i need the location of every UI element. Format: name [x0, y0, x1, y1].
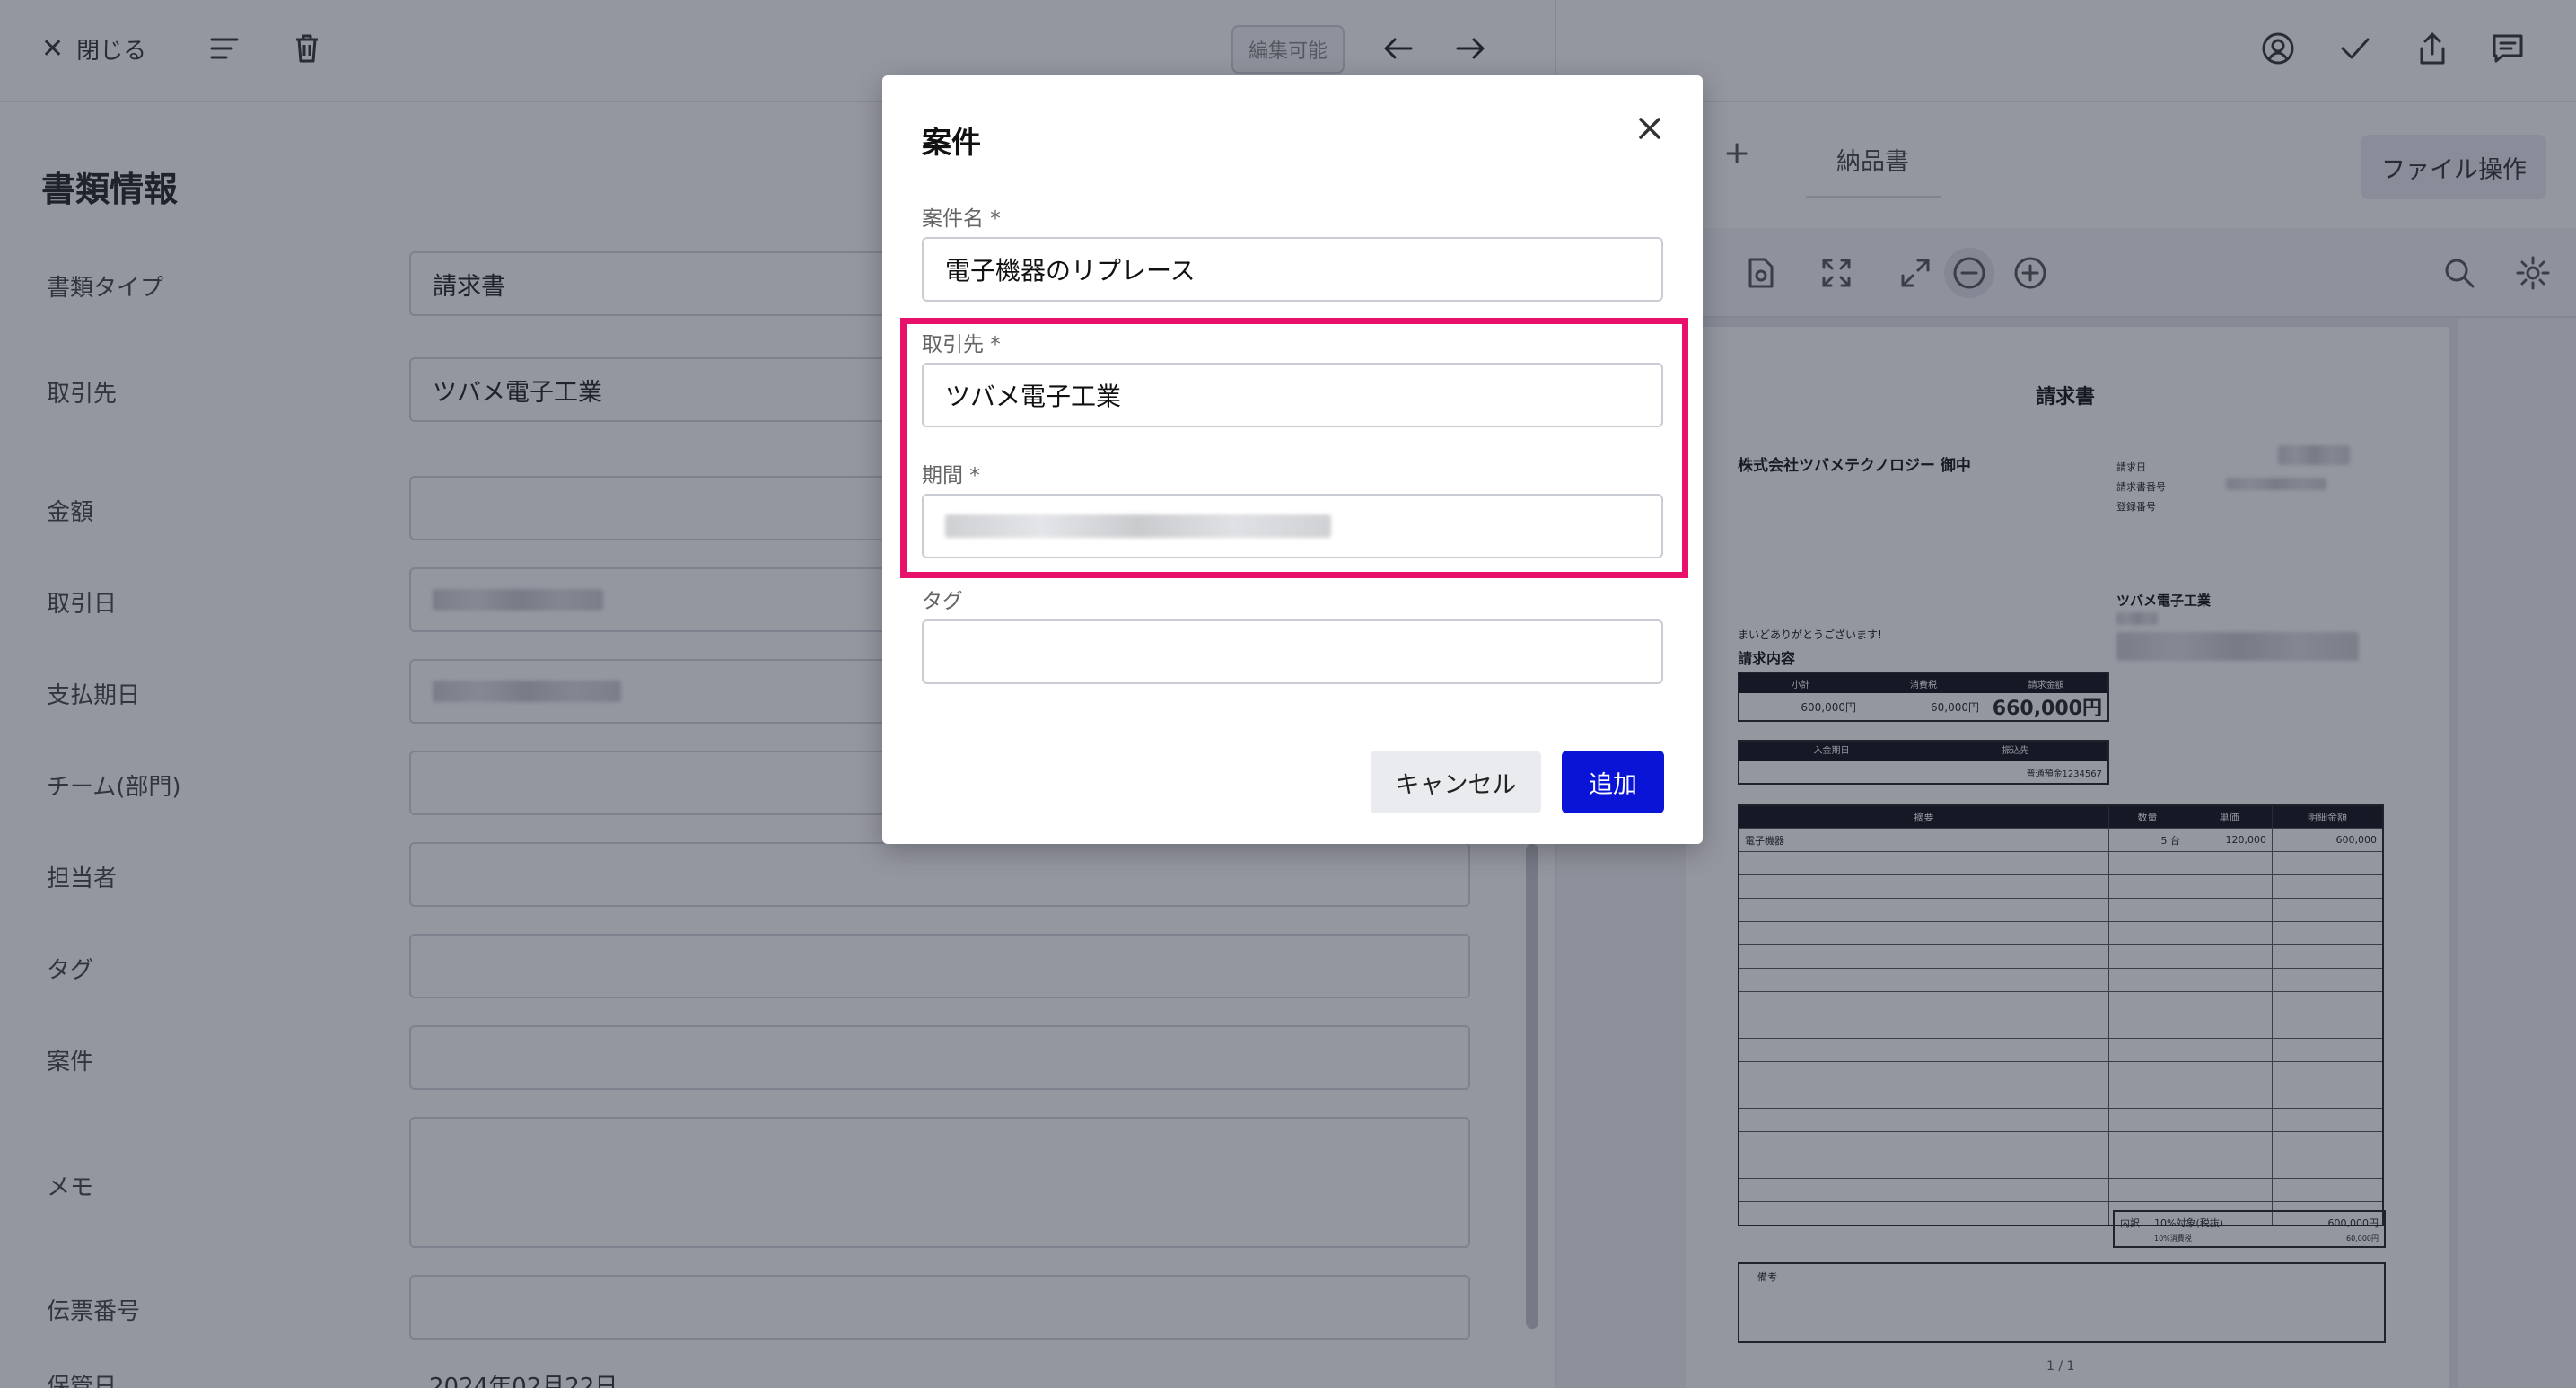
close-icon[interactable] [1627, 106, 1672, 151]
project-modal: 案件 案件名 * 電子機器のリプレース 取引先 * ツバメ電子工業 期間 * タ… [882, 75, 1703, 844]
project-name-label: 案件名 * [922, 207, 1001, 231]
add-button[interactable]: 追加 [1562, 751, 1664, 813]
cancel-button[interactable]: キャンセル [1371, 751, 1541, 813]
tag-label: タグ [922, 590, 963, 613]
tag-input[interactable] [922, 619, 1663, 684]
modal-title: 案件 [922, 125, 981, 160]
project-name-input[interactable]: 電子機器のリプレース [922, 237, 1663, 302]
highlight-box [900, 318, 1688, 578]
